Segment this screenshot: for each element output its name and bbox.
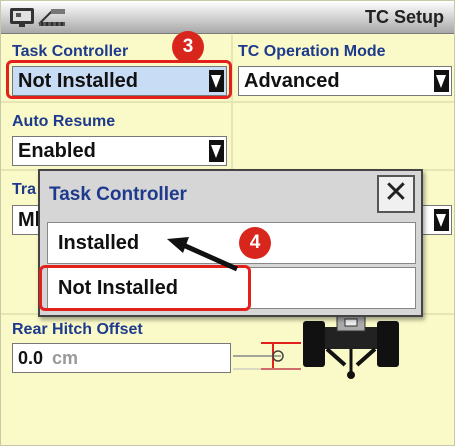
- title-bar: TC Setup: [1, 1, 454, 34]
- tc-operation-mode-value: Advanced: [244, 70, 340, 92]
- dropdown-arrow-icon[interactable]: [434, 70, 449, 92]
- auto-resume-dropdown[interactable]: Enabled: [12, 136, 227, 166]
- rear-hitch-offset-field[interactable]: 0.0 cm: [12, 343, 231, 373]
- page-title: TC Setup: [365, 7, 444, 27]
- tc-setup-screen: TC Setup Task Controller Not Installed 3…: [0, 0, 455, 446]
- monitor-icon[interactable]: [9, 6, 35, 28]
- close-icon[interactable]: ✕: [377, 175, 415, 213]
- auto-resume-label: Auto Resume: [12, 113, 116, 130]
- obscured-right-dropdown[interactable]: [419, 205, 452, 235]
- popup-title: Task Controller: [49, 184, 187, 205]
- dropdown-arrow-icon[interactable]: [434, 209, 449, 231]
- task-controller-label: Task Controller: [12, 43, 129, 60]
- dropdown-arrow-icon[interactable]: [209, 140, 224, 162]
- rear-hitch-offset-unit: cm: [52, 348, 79, 368]
- task-controller-value: Not Installed: [18, 70, 139, 92]
- obscured-field-label: Tra: [12, 181, 37, 198]
- rear-hitch-diagram-icon: [233, 314, 399, 379]
- dropdown-arrow-icon[interactable]: [209, 70, 224, 92]
- callout-number-three: 3: [172, 31, 204, 63]
- auto-resume-value: Enabled: [18, 140, 96, 162]
- rear-hitch-offset-value: 0.0: [18, 348, 44, 368]
- row-divider: [1, 101, 454, 103]
- implement-icon[interactable]: [37, 6, 67, 28]
- tc-operation-mode-label: TC Operation Mode: [238, 43, 386, 60]
- callout-number-four: 4: [239, 227, 271, 259]
- rear-hitch-offset-label: Rear Hitch Offset: [12, 321, 143, 338]
- callout-arrow-icon: [167, 237, 239, 272]
- task-controller-dropdown[interactable]: Not Installed: [12, 66, 227, 96]
- obscured-field-value: Ml: [18, 209, 41, 231]
- tc-operation-mode-dropdown[interactable]: Advanced: [238, 66, 452, 96]
